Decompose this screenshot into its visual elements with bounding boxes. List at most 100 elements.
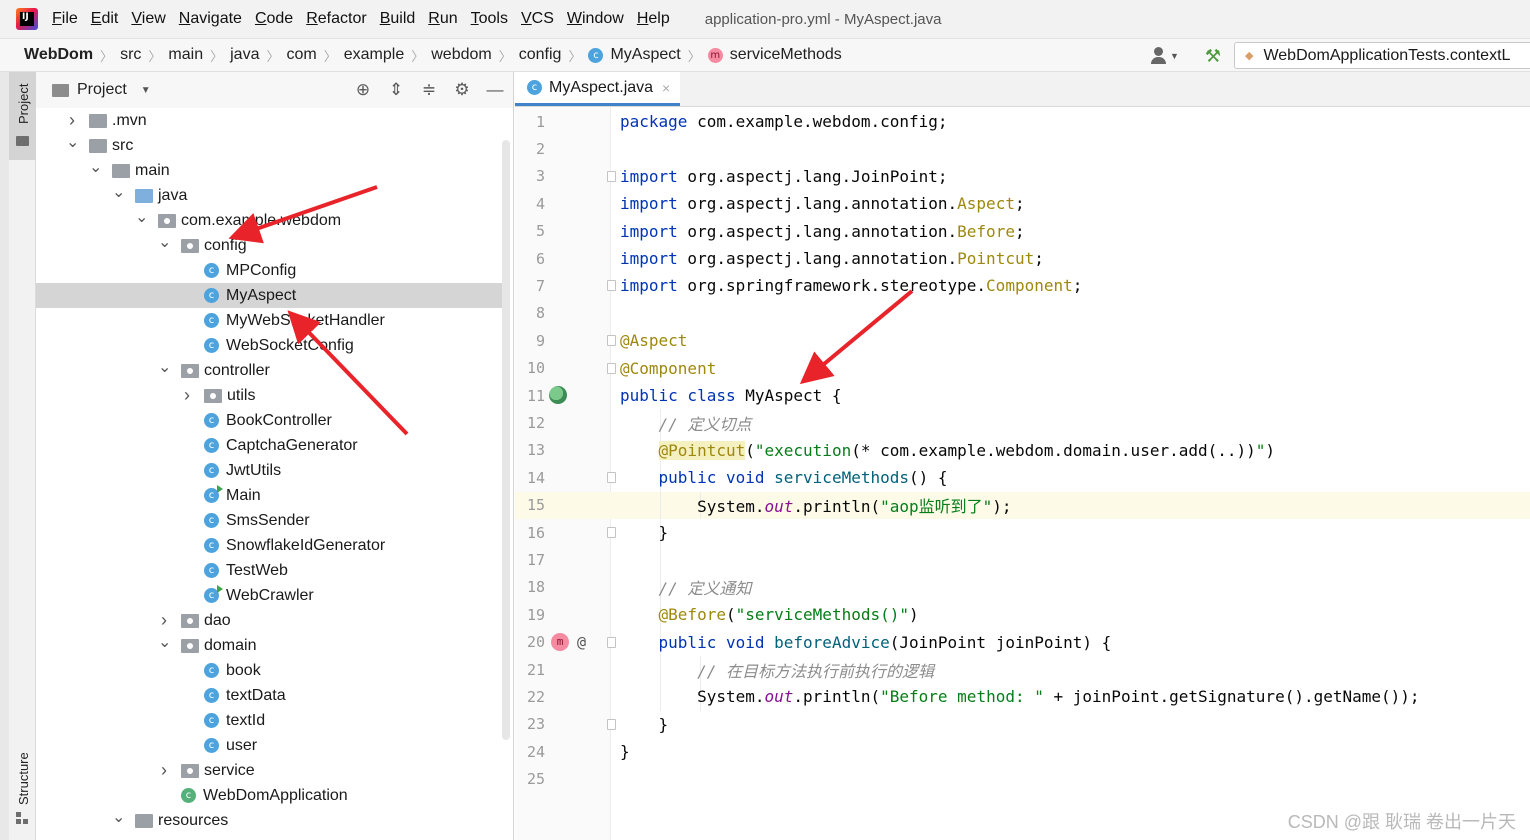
menu-edit[interactable]: Edit xyxy=(91,10,119,28)
close-icon[interactable]: × xyxy=(662,80,670,96)
tree-item[interactable]: › utils xyxy=(36,383,502,408)
chevron-down-icon[interactable]: ⌄ xyxy=(89,159,102,175)
code-line[interactable]: 3 import org.aspectj.lang.JoinPoint; xyxy=(515,163,1530,190)
code-line[interactable]: 1 package com.example.webdom.config; xyxy=(515,108,1530,135)
hammer-icon[interactable]: ⚒ xyxy=(1202,45,1224,67)
tree-item[interactable]: ⌄ src xyxy=(36,133,502,158)
breadcrumb-src[interactable]: src xyxy=(120,46,141,64)
tree-item[interactable]: ⌄ main xyxy=(36,158,502,183)
chevron-down-icon[interactable]: ⌄ xyxy=(112,184,125,200)
tree-item[interactable]: ⌄ resources xyxy=(36,808,502,833)
project-tree-scrollbar[interactable] xyxy=(502,140,510,740)
structure-icon[interactable] xyxy=(16,812,28,824)
code-line[interactable]: 18 // 定义通知 xyxy=(515,574,1530,601)
code-line[interactable]: 24} xyxy=(515,738,1530,765)
tree-item[interactable]: ›cJwtUtils xyxy=(36,458,502,483)
menu-vcs[interactable]: VCS xyxy=(521,10,554,28)
tree-item[interactable]: › service xyxy=(36,758,502,783)
code-line[interactable]: 4 import org.aspectj.lang.annotation.Aspe… xyxy=(515,190,1530,217)
tree-item[interactable]: ⌄ com.example.webdom xyxy=(36,208,502,233)
breadcrumb-com[interactable]: com xyxy=(286,46,316,64)
fold-marker-icon[interactable] xyxy=(607,335,616,347)
fold-marker-icon[interactable] xyxy=(607,280,616,292)
tree-item[interactable]: › .mvn xyxy=(36,108,502,133)
advice-navigation-icon[interactable]: @ xyxy=(577,633,586,651)
tree-item[interactable]: ›cWebDomApplication xyxy=(36,783,502,808)
fold-marker-icon[interactable] xyxy=(607,718,616,730)
chevron-down-icon[interactable]: ▼ xyxy=(141,85,151,96)
fold-marker-icon[interactable] xyxy=(607,362,616,374)
code-line[interactable]: 2 xyxy=(515,135,1530,162)
menu-run[interactable]: Run xyxy=(428,10,457,28)
spring-bean-gutter-icon[interactable] xyxy=(549,386,567,404)
code-line[interactable]: 22 System.out.println("Before method: " … xyxy=(515,683,1530,710)
code-line[interactable]: 17 xyxy=(515,546,1530,573)
tree-item[interactable]: ›ctextId xyxy=(36,708,502,733)
code-line[interactable]: 21 // 在目标方法执行前执行的逻辑 xyxy=(515,656,1530,683)
chevron-down-icon[interactable]: ⌄ xyxy=(158,234,171,250)
chevron-right-icon[interactable]: › xyxy=(158,610,170,631)
tree-item[interactable]: ›cbook xyxy=(36,658,502,683)
tree-item[interactable]: ›cMain xyxy=(36,483,502,508)
hide-icon[interactable]: — xyxy=(485,80,505,100)
code-line[interactable]: 19 @Before("serviceMethods()") xyxy=(515,601,1530,628)
code-line[interactable]: 11 public class MyAspect { xyxy=(515,382,1530,409)
expand-all-icon[interactable]: ⇕ xyxy=(386,80,406,100)
code-area[interactable]: 1 package com.example.webdom.config; 2 3 imp… xyxy=(515,107,1530,840)
fold-marker-icon[interactable] xyxy=(607,636,616,648)
code-line[interactable]: 7 import org.springframework.stereotype.C… xyxy=(515,272,1530,299)
tree-item[interactable]: ›cCaptchaGenerator xyxy=(36,433,502,458)
tree-item[interactable]: ›cSnowflakeIdGenerator xyxy=(36,533,502,558)
chevron-down-icon[interactable]: ⌄ xyxy=(158,634,171,650)
tree-item[interactable]: ›cMyAspect xyxy=(36,283,502,308)
tree-item[interactable]: ⌄ java xyxy=(36,183,502,208)
code-line[interactable]: 20 public void beforeAdvice(JoinPoint jo… xyxy=(515,629,1530,656)
tree-item[interactable]: ›cMyWebSocketHandler xyxy=(36,308,502,333)
menu-view[interactable]: View xyxy=(131,10,165,28)
tree-item[interactable]: ⌄ domain xyxy=(36,633,502,658)
menu-tools[interactable]: Tools xyxy=(471,10,508,28)
tree-item[interactable]: ›cuser xyxy=(36,733,502,758)
breadcrumb-webdom[interactable]: webdom xyxy=(431,46,491,64)
run-configuration-selector[interactable]: ◆ WebDomApplicationTests.contextL xyxy=(1234,42,1530,69)
menu-refactor[interactable]: Refactor xyxy=(306,10,366,28)
code-line[interactable]: 9 @Aspect xyxy=(515,327,1530,354)
fold-marker-icon[interactable] xyxy=(607,527,616,538)
method-gutter-icon[interactable]: m xyxy=(551,632,569,651)
chevron-down-icon[interactable]: ⌄ xyxy=(158,359,171,375)
tree-item[interactable]: ›cWebCrawler xyxy=(36,583,502,608)
code-line[interactable]: 8 xyxy=(515,300,1530,327)
editor-tab-myaspect[interactable]: c MyAspect.java × xyxy=(515,72,681,106)
tree-item[interactable]: ›cMPConfig xyxy=(36,258,502,283)
breadcrumb-java[interactable]: java xyxy=(230,46,259,64)
fold-marker-icon[interactable] xyxy=(607,170,616,182)
code-line[interactable]: 25 xyxy=(515,766,1530,793)
fold-marker-icon[interactable] xyxy=(607,472,616,484)
collapse-all-icon[interactable]: ≑ xyxy=(419,80,439,100)
structure-tool-label[interactable]: Structure xyxy=(16,752,31,805)
code-line[interactable]: 14 public void serviceMethods() { xyxy=(515,464,1530,491)
tree-item[interactable]: ›cTestWeb xyxy=(36,558,502,583)
chevron-right-icon[interactable]: › xyxy=(181,385,193,406)
code-line[interactable]: 5 import org.aspectj.lang.annotation.Befo… xyxy=(515,218,1530,245)
tree-item[interactable]: ›ctextData xyxy=(36,683,502,708)
chevron-right-icon[interactable]: › xyxy=(158,760,170,781)
intellij-logo-icon[interactable]: IJ xyxy=(16,8,38,30)
tree-item[interactable]: ›cWebSocketConfig xyxy=(36,333,502,358)
breadcrumb-project[interactable]: WebDom xyxy=(24,46,93,64)
chevron-down-icon[interactable]: ⌄ xyxy=(112,809,125,825)
tree-item[interactable]: ⌄ config xyxy=(36,233,502,258)
breadcrumb-example[interactable]: example xyxy=(344,46,404,64)
menu-navigate[interactable]: Navigate xyxy=(179,10,242,28)
code-line[interactable]: 6 import org.aspectj.lang.annotation.Poin… xyxy=(515,245,1530,272)
project-panel-title[interactable]: Project xyxy=(77,81,127,99)
breadcrumb-class[interactable]: c MyAspect xyxy=(588,46,681,64)
tree-item[interactable]: ›cBookController xyxy=(36,408,502,433)
gear-icon[interactable]: ⚙ xyxy=(452,80,472,100)
breadcrumb-main[interactable]: main xyxy=(168,46,203,64)
user-dropdown-icon[interactable]: ▼ xyxy=(1150,46,1182,66)
code-line[interactable]: 12 // 定义切点 xyxy=(515,409,1530,436)
menu-code[interactable]: Code xyxy=(255,10,293,28)
tree-item[interactable]: › dao xyxy=(36,608,502,633)
tree-item[interactable]: ›cSmsSender xyxy=(36,508,502,533)
